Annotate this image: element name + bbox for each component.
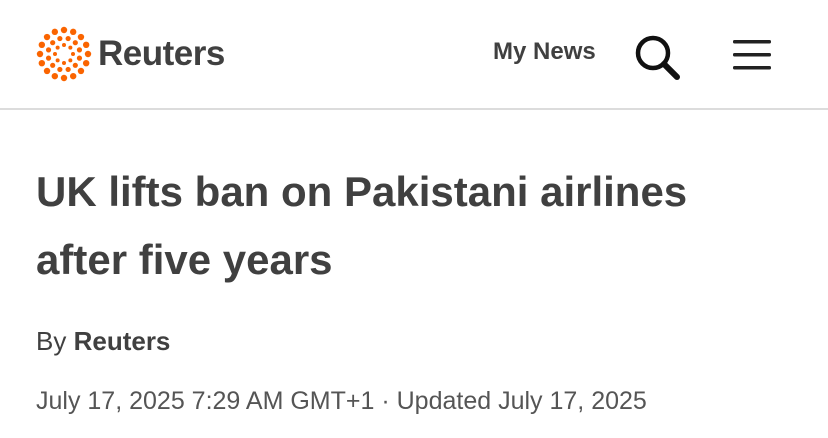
reuters-logo[interactable]: Reuters	[36, 26, 225, 82]
dateline-separator: ·	[381, 387, 390, 415]
hamburger-menu-icon	[733, 40, 771, 70]
reuters-logo-icon	[36, 26, 92, 82]
logo-dot	[57, 35, 63, 42]
logo-dot	[43, 67, 51, 75]
byline-prefix: By	[36, 326, 67, 356]
logo-dot	[82, 59, 90, 67]
logo-dot	[62, 43, 66, 47]
menu-button[interactable]	[730, 38, 774, 72]
site-header: Reuters My News	[0, 0, 828, 110]
search-button[interactable]	[632, 32, 682, 82]
logo-dot	[55, 45, 60, 50]
published-time: July 17, 2025 7:29 AM GMT+1	[36, 387, 375, 415]
logo-dot	[60, 26, 68, 34]
logo-dot	[53, 52, 57, 56]
logo-dot	[36, 50, 44, 58]
byline: By Reuters	[36, 326, 170, 357]
logo-dot	[82, 41, 90, 49]
logo-dot	[69, 72, 77, 80]
logo-dot	[69, 28, 77, 36]
search-icon	[635, 35, 680, 80]
logo-dot	[72, 40, 78, 46]
logo-dot	[38, 59, 46, 67]
article-headline: UK lifts ban on Pakistani airlines after…	[36, 168, 688, 283]
logo-dot	[65, 66, 71, 73]
logo-dot	[77, 67, 85, 75]
logo-dot	[65, 35, 71, 42]
logo-dot	[62, 61, 66, 65]
logo-dot	[50, 62, 56, 68]
my-news-link[interactable]: My News	[493, 38, 596, 66]
logo-dot	[72, 62, 78, 68]
logo-dot	[55, 58, 60, 63]
logo-dot	[45, 47, 52, 53]
updated-time: Updated July 17, 2025	[396, 387, 647, 415]
logo-dot	[60, 74, 68, 82]
logo-dot	[57, 66, 63, 73]
logo-dot	[43, 33, 51, 41]
logo-dot	[51, 28, 59, 36]
logo-dot	[45, 55, 52, 61]
logo-dot	[51, 72, 59, 80]
logo-dot	[84, 50, 92, 58]
logo-dot	[76, 55, 83, 61]
logo-dot	[76, 47, 83, 53]
article-dateline: July 17, 2025 7:29 AM GMT+1 · Updated Ju…	[36, 387, 647, 416]
brand-name: Reuters	[98, 34, 225, 73]
logo-dot	[71, 52, 75, 56]
logo-dot	[38, 41, 46, 49]
logo-dot	[68, 45, 73, 50]
logo-dot	[77, 33, 85, 41]
byline-author-link[interactable]: Reuters	[74, 326, 171, 356]
logo-dot	[68, 58, 73, 63]
logo-dot	[50, 40, 56, 46]
